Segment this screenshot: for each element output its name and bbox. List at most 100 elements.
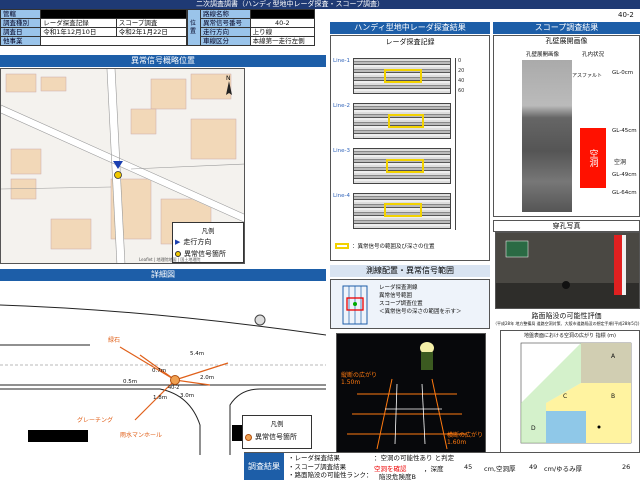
- void-text: 空洞: [587, 149, 598, 167]
- dim-2: 0.7m: [152, 368, 167, 374]
- signal-no: 40-2: [249, 18, 316, 28]
- radar-legend-text: ：異常信号の範囲及び深さの位置: [352, 244, 435, 250]
- page-id: 40-2: [618, 11, 634, 19]
- thick-value: 49: [529, 462, 538, 471]
- legend-dir-row: ▶ 走行方向: [175, 237, 241, 247]
- summary-rows: ・レーダ探査結果 ・スコープ調査結果 ・路面陥没の可能性ランク：: [288, 454, 373, 480]
- label-text: 横断の広がり: [447, 432, 484, 439]
- risk-source: （平成28年 地方整備局 道路空洞対策、大阪市道路陥没の想定手順(平成28年5月…: [493, 321, 640, 326]
- depth-label: ，深度: [424, 464, 444, 473]
- measure-legend: レーダ探査測線 異常信号範囲 スコープ調査位置 ＜異常信号の深さの範囲を示す＞: [379, 284, 462, 316]
- radar-record-3: [353, 148, 451, 184]
- label-direction: 走行方向: [200, 27, 251, 37]
- risk-label-b: B: [611, 393, 616, 400]
- depth-unit: cm,空洞厚: [484, 464, 516, 473]
- asphalt-label: アスファルト: [572, 73, 603, 79]
- photo-label-longitudinal: 縦断の広がり 1.50m: [341, 370, 377, 386]
- legend-sig: 異常信号箇所: [255, 433, 297, 441]
- measure-title: 測線配置・異常信号範囲: [330, 265, 490, 277]
- legend-line: レーダ探査測線: [379, 285, 418, 291]
- radar-title: ハンディ型地中レーダ探査結果: [330, 22, 490, 34]
- legend-title: 凡例: [201, 227, 215, 235]
- survey-type-b: スコープ調査: [115, 18, 188, 28]
- borehole-image: [522, 60, 572, 212]
- info-table-right: 位置 路線名称 異常信号番号 40-2 走行方向 上り線 車線区分 本線第一走行左側: [187, 9, 316, 46]
- legend-title: 凡例: [270, 420, 284, 428]
- label-position: 位置: [187, 9, 201, 46]
- report-header: 二次調査調書（ハンディ型地中レーダ探査・スコープ調査）: [0, 0, 640, 9]
- summary-r3: ・路面陥没の可能性ランク：: [288, 471, 373, 479]
- svg-text:N: N: [226, 75, 231, 82]
- drill-photo: [495, 232, 640, 309]
- legend-scope: スコープ調査位置: [379, 301, 423, 307]
- detail-legend: 凡例 異常信号箇所: [242, 415, 312, 449]
- scope-sub: 孔壁展開画像: [545, 37, 588, 45]
- label-route: 路線名称: [200, 9, 251, 19]
- legend-sig-row: 異常信号箇所: [245, 432, 309, 442]
- legend-range: 異常信号範囲: [379, 293, 413, 299]
- info-table: 管轄 調査種別 レーダ探査記録 スコープ調査 調査日 令和1年12月10日 令和2年1月…: [0, 9, 188, 46]
- radar-sub: レーダ探査記録: [385, 38, 435, 46]
- label-survey-type: 調査種別: [0, 18, 42, 28]
- loose-value: 26: [622, 462, 631, 471]
- radar-record-4: [353, 193, 451, 229]
- location-map: N 凡例 ▶ 走行方向 異常信号箇所 Leaflet | 地理院地図 | 国土地…: [0, 68, 245, 264]
- judge-end: と判定: [434, 454, 455, 462]
- dim-6: 1.8m: [153, 395, 168, 401]
- anomaly-box: [384, 203, 422, 217]
- radar-record-2: [353, 103, 451, 139]
- site-night-photo: 縦断の広がり 1.50m 横断の広がり 1.60m: [336, 333, 486, 455]
- radar-legend: ：異常信号の範囲及び深さの位置: [335, 242, 435, 250]
- map-credit: Leaflet | 地理院地図 | 国土地理院: [139, 257, 201, 262]
- depth-64: GL-64cm: [612, 190, 637, 196]
- tick: 60: [458, 88, 465, 94]
- radar-record-1: [353, 58, 451, 94]
- callout-curb: 緑石: [108, 337, 121, 344]
- scope-col-2: 孔内状況: [582, 52, 605, 58]
- dim-5: 0.5m: [123, 379, 138, 385]
- dim-1: 5.4m: [190, 351, 205, 357]
- judge-text: ：空洞の可能性あり と判定: [374, 454, 454, 463]
- rank: 陥没危険度B: [379, 473, 416, 480]
- void-label: 空洞: [614, 159, 627, 166]
- line-label-3: Line-3: [333, 148, 350, 154]
- risk-label-a: A: [611, 353, 616, 360]
- legend-depth-note: ＜異常信号の深さの範囲を示す＞: [379, 309, 462, 315]
- depth-value: 45: [464, 462, 473, 471]
- redacted: [40, 9, 187, 19]
- detail-title: 詳細図: [0, 269, 326, 281]
- scope-panel: 孔壁展開画像 孔壁展開画像 孔内状況 アスファルト 空洞 GL-0cm GL-4…: [493, 35, 640, 217]
- anomaly-box: [384, 69, 422, 83]
- anomaly-box: [388, 114, 424, 128]
- dim-3: 2.0m: [200, 375, 215, 381]
- drill-photo-graphic: [496, 233, 639, 308]
- anomaly-box-icon: [335, 243, 349, 249]
- scope-title: スコープ調査結果: [493, 22, 640, 34]
- summary-r2: ・スコープ調査結果: [288, 462, 347, 471]
- callout-manhole: 雨水マンホール: [120, 432, 163, 439]
- report-title: 二次調査調書（ハンディ型地中レーダ探査・スコープ調査）: [195, 0, 385, 8]
- date-a: 令和1年12月10日: [40, 27, 117, 37]
- direction-arrow-icon: ▶: [175, 238, 181, 246]
- drill-photo-title: 穿孔写真: [493, 220, 640, 232]
- depth-45: GL-45cm: [612, 128, 637, 134]
- other-value: [40, 36, 187, 46]
- direction: 上り線: [249, 27, 316, 37]
- thick-unit: cm/ゆるみ厚: [544, 464, 583, 473]
- map-title: 異常信号概略位置: [0, 55, 326, 67]
- risk-chart: 地盤表面における空洞の広がり 指標 (m) A B C D: [500, 330, 640, 455]
- survey-type-a: レーダ探査記録: [40, 18, 117, 28]
- depth-0: GL-0cm: [612, 70, 634, 76]
- risk-title: 路面陥没の可能性評価: [531, 312, 602, 320]
- void-bar: 空洞: [580, 128, 606, 188]
- judge: ：空洞の可能性あり: [374, 454, 433, 462]
- label-text: 縦断の広がり: [341, 372, 378, 379]
- label-value: 1.60m: [447, 439, 467, 446]
- point-id: 40-2: [168, 385, 180, 391]
- label-date: 調査日: [0, 27, 42, 37]
- measure-schematic: [342, 285, 368, 325]
- redacted: [249, 9, 316, 19]
- tick: 0: [458, 58, 462, 64]
- callout-grating: グレーチング: [77, 417, 114, 424]
- risk-label-d: D: [531, 425, 536, 432]
